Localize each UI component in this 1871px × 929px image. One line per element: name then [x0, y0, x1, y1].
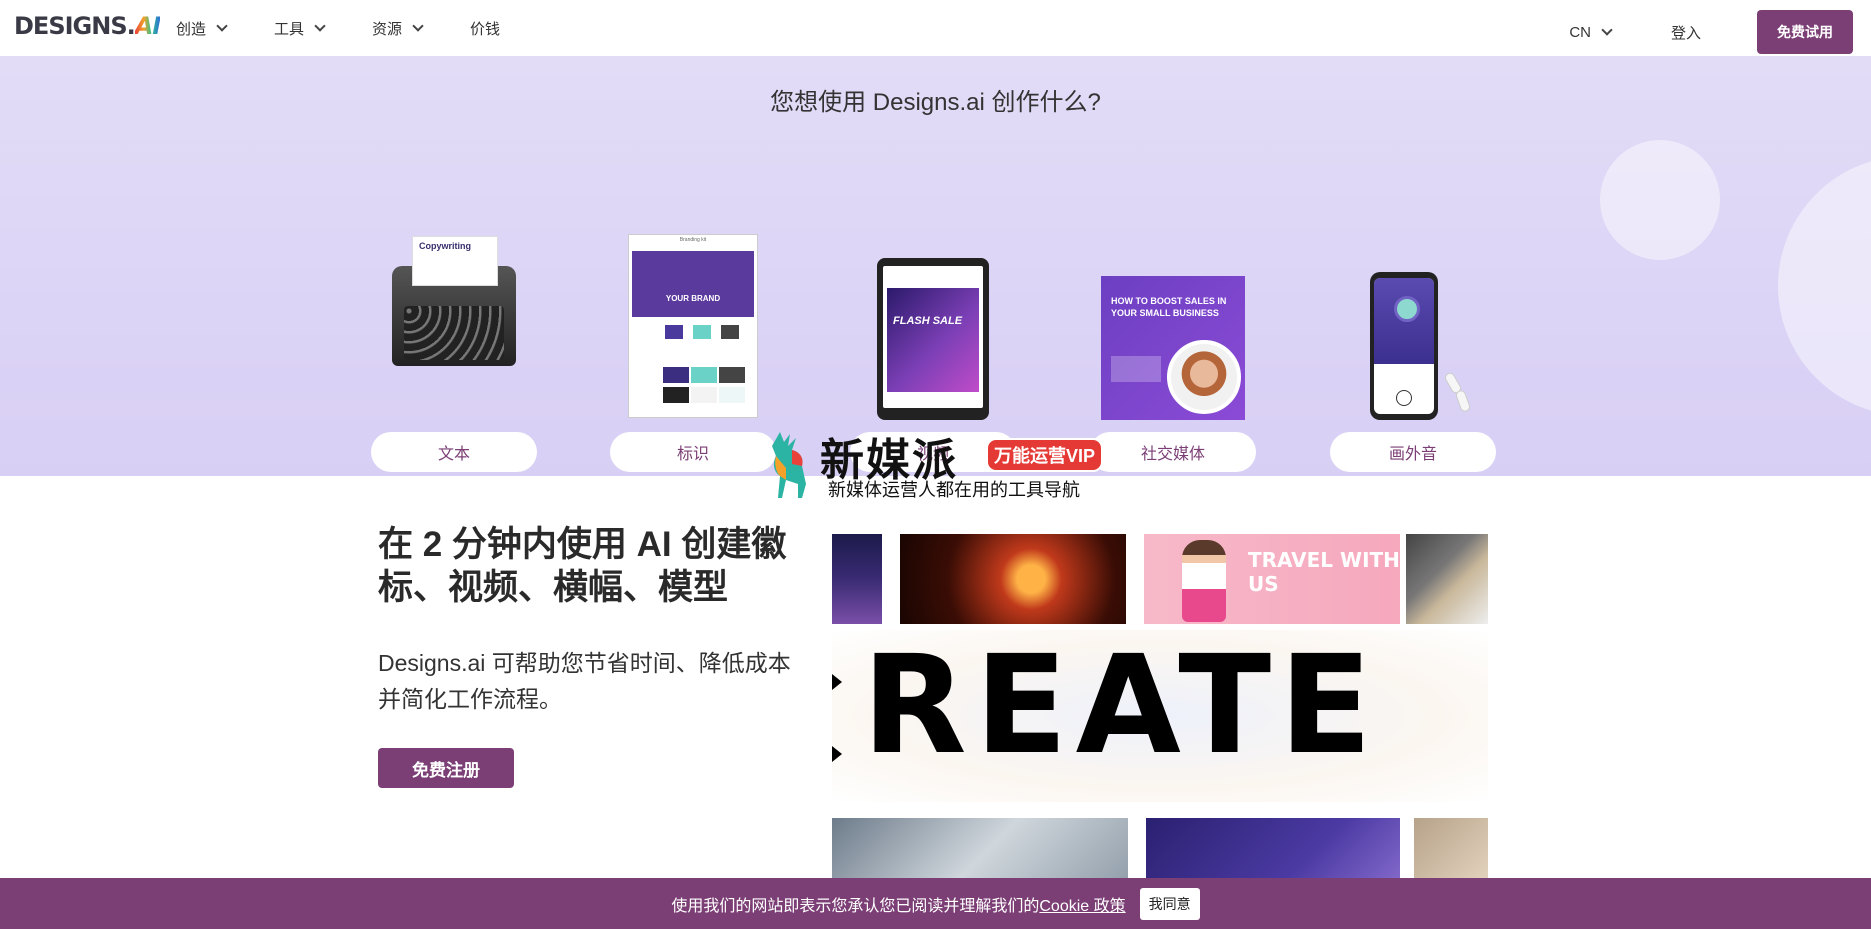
travel-banner-image: TRAVEL WITH US	[1144, 534, 1400, 624]
login-link[interactable]: 登入	[1671, 22, 1701, 43]
desk-image	[1406, 534, 1488, 624]
brand-sheet-icon: Branding kit YOUR BRAND	[628, 234, 758, 418]
typewriter-paper: Copywriting	[412, 236, 498, 286]
cookie-policy-link[interactable]: Cookie 政策	[1039, 892, 1125, 916]
section-title: 在 2 分钟内使用 AI 创建徽标、视频、横幅、模型	[378, 525, 787, 607]
category-label-voiceover[interactable]: 画外音	[1330, 432, 1496, 472]
tablet-screen: FLASH SALE	[883, 266, 983, 408]
social-post-speaker-box	[1111, 356, 1161, 382]
brand-sheet-banner: YOUR BRAND	[632, 251, 754, 317]
header-actions: CN 登入 免费试用	[1569, 10, 1853, 54]
watermark-vip-badge: 万能运营VIP	[986, 438, 1104, 472]
brand-card	[691, 367, 717, 383]
decorative-circle	[1600, 140, 1720, 260]
tablet-video-icon: FLASH SALE	[877, 258, 989, 420]
city-night-image	[832, 534, 882, 624]
category-label-text[interactable]: 文本	[371, 432, 537, 472]
brand-card	[663, 387, 689, 403]
brand-card	[719, 367, 745, 383]
brand-card	[691, 387, 717, 403]
typewriter-icon: Copywriting	[386, 236, 522, 368]
brand-card	[663, 367, 689, 383]
free-signup-button[interactable]: 免费注册	[378, 748, 514, 788]
watermark-subtitle: 新媒体运营人都在用的工具导航	[828, 480, 1080, 500]
chevron-down-icon	[412, 19, 424, 32]
phone-screen	[1374, 278, 1434, 414]
travel-banner-text: TRAVEL WITH US	[1248, 548, 1400, 596]
cookie-agree-button[interactable]: 我同意	[1139, 887, 1200, 920]
cookie-banner: 使用我们的网站即表示您承认您已阅读并理解我们的 Cookie 政策 我同意	[0, 878, 1871, 929]
decorative-circle	[1778, 156, 1871, 416]
color-swatch	[665, 325, 683, 339]
play-arrow-icon	[832, 674, 842, 690]
nav-item-pricing[interactable]: 价钱	[470, 18, 500, 39]
microphone-icon	[1394, 296, 1420, 322]
section-description: Designs.ai 可帮助您节省时间、降低成本并简化工作流程。	[378, 650, 791, 712]
nav-item-tools[interactable]: 工具	[274, 18, 326, 39]
traveler-figure	[1182, 540, 1226, 622]
main-nav: 创造 工具 资源 价钱	[176, 0, 548, 56]
deer-logo-icon	[772, 432, 806, 498]
nav-item-resources[interactable]: 资源	[372, 18, 424, 39]
social-post-icon: HOW TO BOOST SALES IN YOUR SMALL BUSINES…	[1101, 276, 1245, 420]
brand-card	[719, 387, 745, 403]
candle-image	[900, 534, 1126, 624]
chevron-down-icon	[216, 19, 228, 32]
hero-question: 您想使用 Designs.ai 创作什么?	[770, 89, 1101, 116]
hero-section: 您想使用 Designs.ai 创作什么? Copywriting 文本 Bra…	[0, 56, 1871, 476]
color-swatch	[693, 325, 711, 339]
designs-ai-logo[interactable]: DESIGNS.AI	[14, 12, 161, 40]
create-headline: REATE	[862, 627, 1380, 785]
nav-item-create[interactable]: 创造	[176, 18, 228, 39]
language-selector[interactable]: CN	[1569, 23, 1613, 41]
chevron-down-icon	[314, 19, 326, 32]
watermark-badge: 新媒派 万能运营VIP 新媒体运营人都在用的工具导航	[760, 424, 1120, 504]
showcase-collage: TRAVEL WITH US REATE	[832, 534, 1488, 894]
chevron-down-icon	[1601, 23, 1613, 36]
play-icon	[1396, 390, 1412, 406]
phone-audio-icon	[1370, 272, 1438, 420]
top-navigation: DESIGNS.AI 创造 工具 资源 价钱 CN 登入 免费试用	[0, 0, 1871, 56]
color-swatch	[721, 325, 739, 339]
brand-sheet-header: Branding kit	[679, 237, 707, 243]
earbud-icon	[1454, 388, 1472, 414]
play-arrow-icon	[832, 746, 842, 762]
flash-sale-image: FLASH SALE	[887, 288, 979, 392]
category-label-logo[interactable]: 标识	[610, 432, 776, 472]
typewriter-keys	[404, 306, 504, 360]
free-trial-button[interactable]: 免费试用	[1757, 10, 1853, 54]
speaker-portrait	[1167, 340, 1241, 414]
social-post-title: HOW TO BOOST SALES IN YOUR SMALL BUSINES…	[1111, 296, 1227, 318]
cookie-text: 使用我们的网站即表示您承认您已阅读并理解我们的	[671, 897, 1040, 915]
